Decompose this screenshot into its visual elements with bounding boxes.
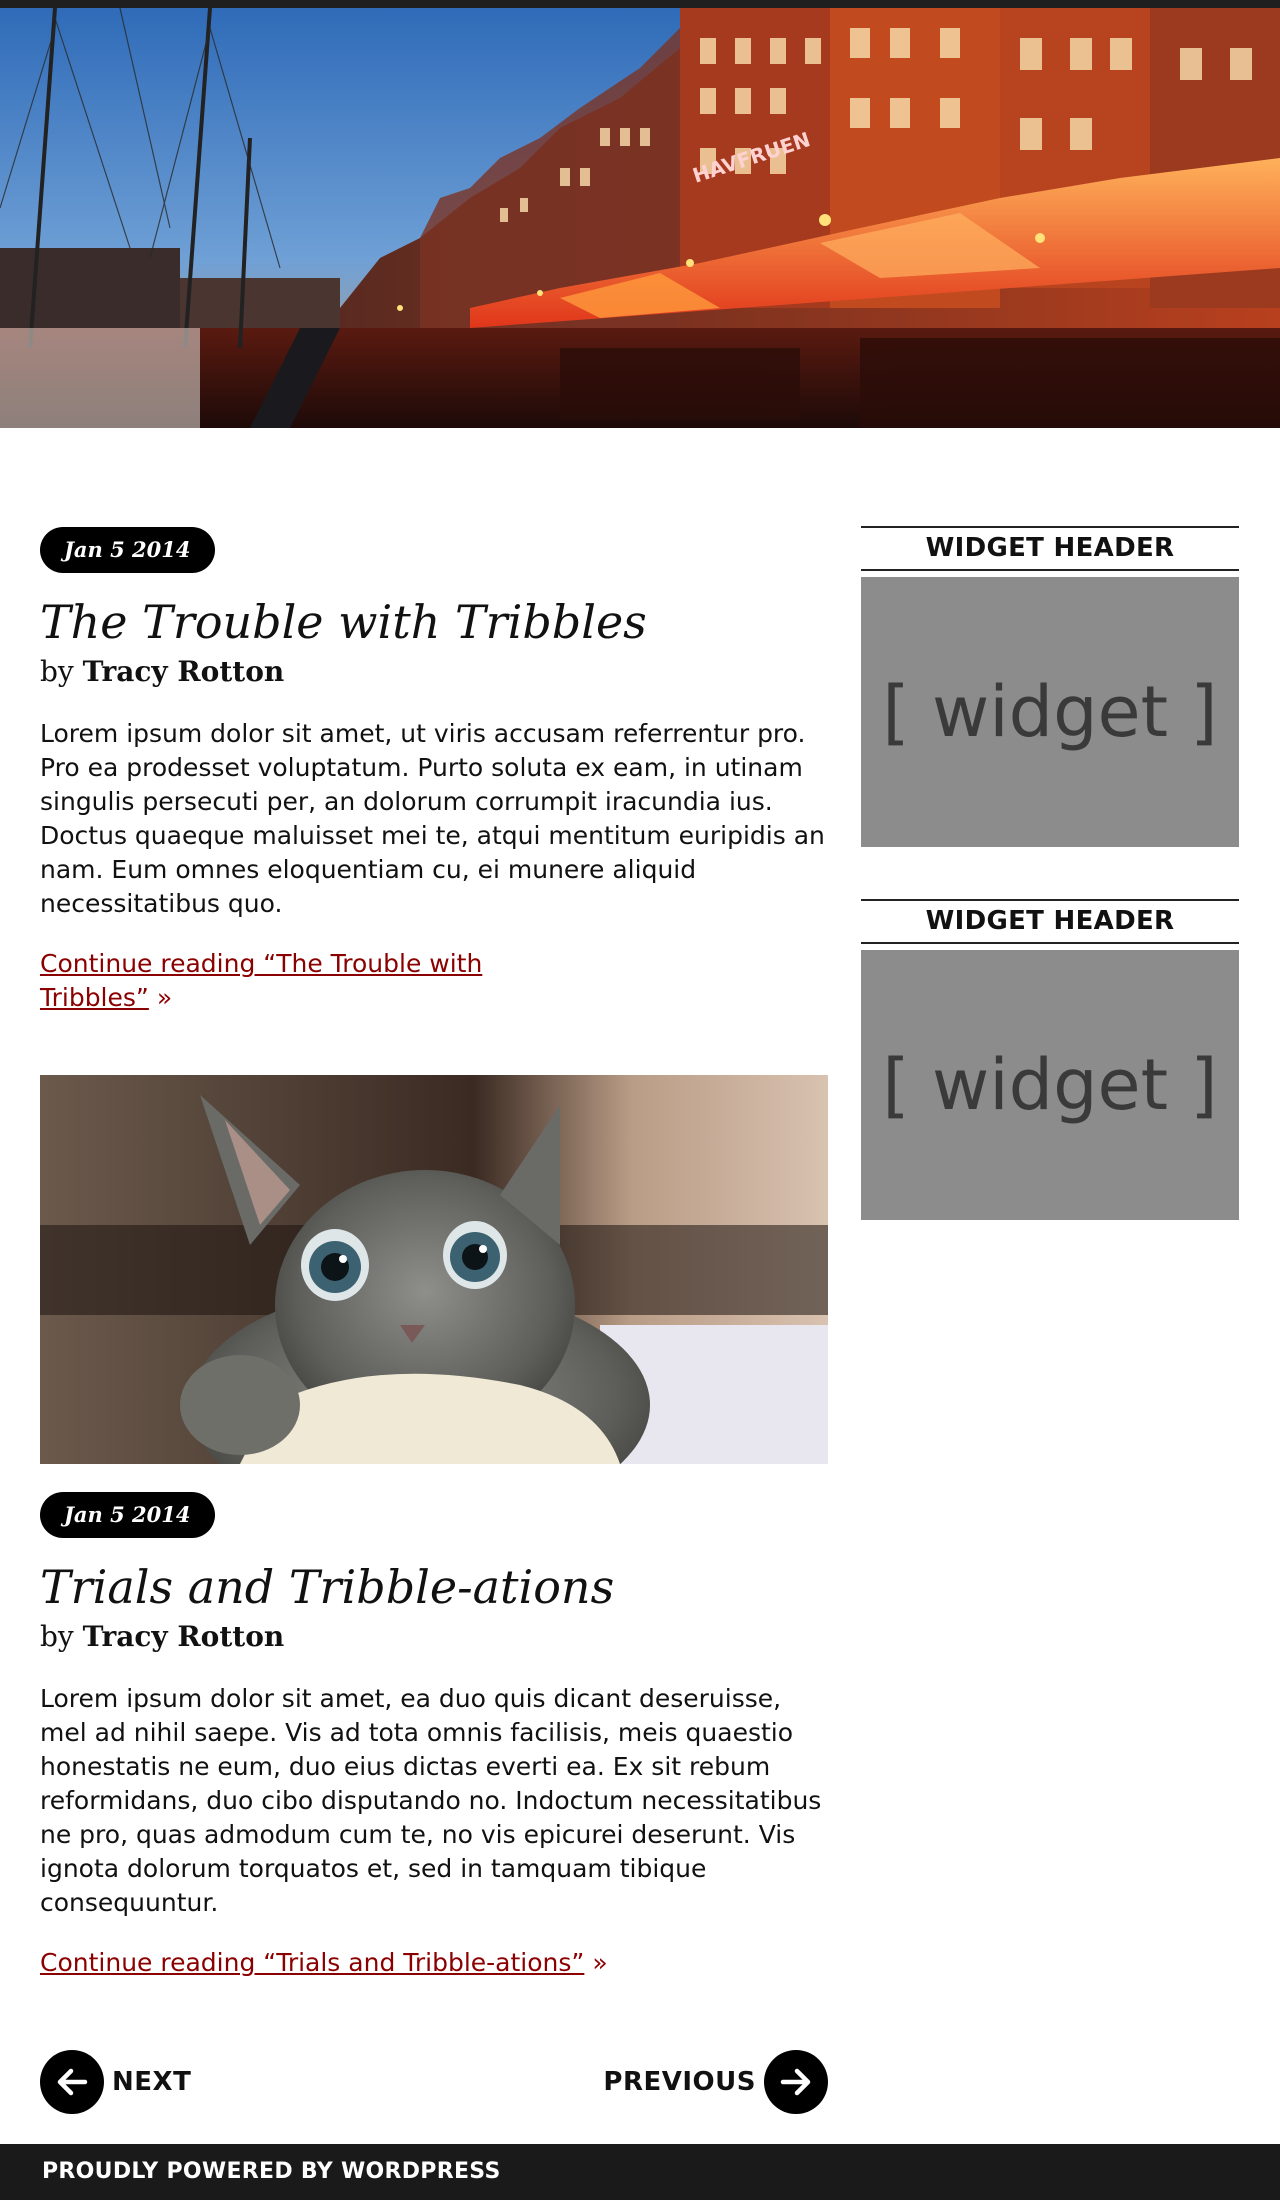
previous-label[interactable]: PREVIOUS [603,2067,756,2097]
post: Jan 5 2014 Trials and Tribble-ations by … [40,1075,828,1980]
widget-header: WIDGET HEADER [861,526,1239,571]
arrow-left-icon[interactable] [40,2050,104,2114]
byline: by Tracy Rotton [40,1620,828,1654]
sidebar: WIDGET HEADER [ widget ] WIDGET HEADER [… [861,526,1239,1272]
raquo-glyph: » [156,983,173,1012]
post-title[interactable]: The Trouble with Tribbles [40,593,828,651]
byline: by Tracy Rotton [40,655,828,689]
post: Jan 5 2014 The Trouble with Tribbles by … [40,527,828,1015]
post-title[interactable]: Trials and Tribble-ations [40,1558,828,1616]
widget-placeholder: [ widget ] [861,950,1239,1220]
featured-image[interactable] [40,1075,828,1464]
author-name[interactable]: Tracy Rotton [83,1620,285,1653]
post-excerpt: Lorem ipsum dolor sit amet, ea duo quis … [40,1684,822,1917]
widget-placeholder: [ widget ] [861,577,1239,847]
next-button[interactable]: NEXT [40,2050,191,2114]
header-image: HAVFRUEN [0,8,1280,428]
post-date-badge: Jan 5 2014 [40,1492,215,1538]
sidebar-widget: WIDGET HEADER [ widget ] [861,526,1239,847]
continue-reading-link[interactable]: Continue reading “Trials and Tribble-ati… [40,1948,584,1977]
next-label[interactable]: NEXT [112,2067,191,2097]
raquo-glyph: » [592,1948,608,1977]
arrow-right-icon[interactable] [764,2050,828,2114]
previous-button[interactable]: PREVIOUS [603,2050,828,2114]
site-footer: PROUDLY POWERED BY WORDPRESS [0,2144,1280,2200]
top-bar [0,0,1280,8]
byline-prefix: by [40,655,74,688]
continue-reading: Continue reading “The Trouble with Tribb… [40,947,560,1015]
byline-prefix: by [40,1620,74,1653]
footer-credit-link[interactable]: PROUDLY POWERED BY WORDPRESS [42,2144,501,2200]
content-area: Jan 5 2014 The Trouble with Tribbles by … [40,527,828,2116]
widget-header: WIDGET HEADER [861,899,1239,944]
pagination: NEXT PREVIOUS [40,2050,828,2116]
post-excerpt: Lorem ipsum dolor sit amet, ut viris acc… [40,719,825,918]
post-date-badge: Jan 5 2014 [40,527,215,573]
sidebar-widget: WIDGET HEADER [ widget ] [861,899,1239,1220]
author-name[interactable]: Tracy Rotton [83,655,285,688]
continue-reading: Continue reading “Trials and Tribble-ati… [40,1946,828,1980]
continue-reading-link[interactable]: Continue reading “The Trouble with Tribb… [40,949,482,1012]
